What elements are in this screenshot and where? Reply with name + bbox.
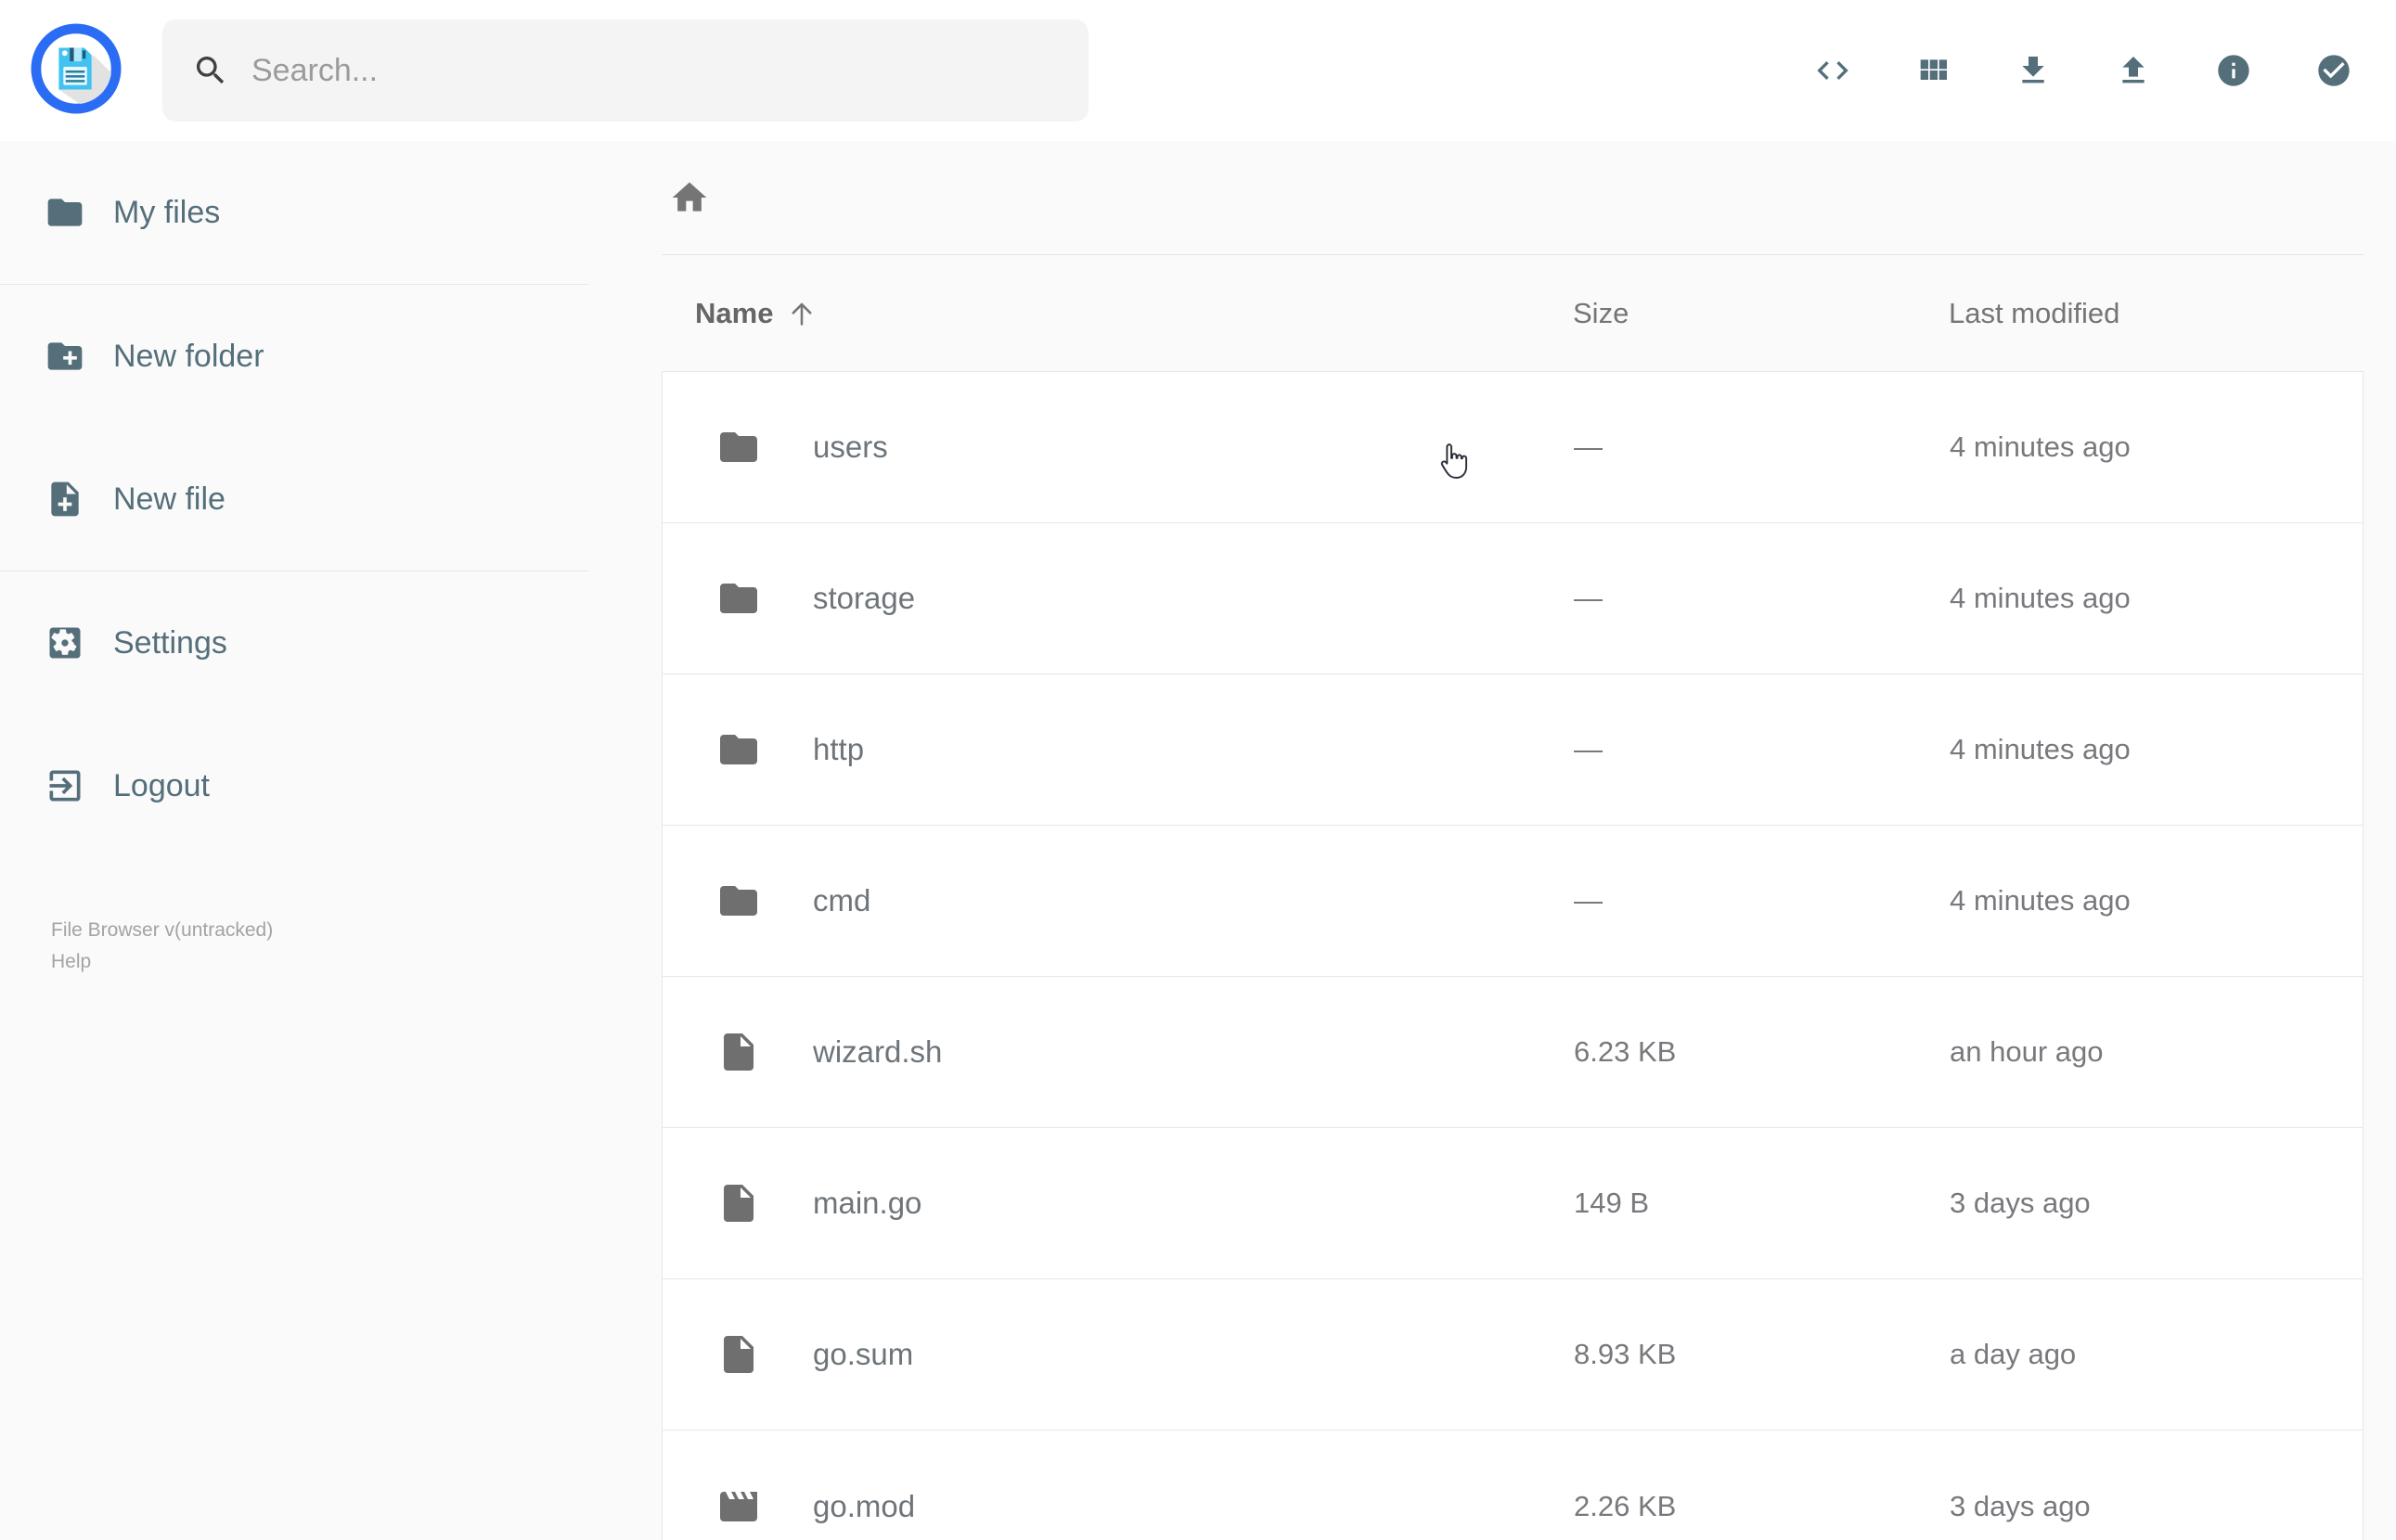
file-size: 8.93 KB	[1574, 1338, 1677, 1370]
sidebar-item-label: New file	[113, 481, 225, 517]
sidebar-item-label: My files	[113, 194, 221, 230]
folder-icon	[716, 727, 761, 772]
home-icon	[672, 182, 707, 212]
file-name: main.go	[813, 1186, 922, 1220]
search-input[interactable]	[251, 52, 1040, 89]
listing-header: Name Size Last modified	[662, 255, 2364, 371]
sidebar-item-my-files[interactable]: My files	[0, 141, 588, 284]
file-size: —	[1574, 884, 1603, 917]
file-modified: 4 minutes ago	[1950, 733, 2131, 765]
file-modified: 3 days ago	[1950, 1489, 2091, 1522]
table-row[interactable]: go.mod 2.26 KB 3 days ago	[663, 1431, 2363, 1540]
file-modified: 4 minutes ago	[1950, 884, 2131, 917]
file-size: 149 B	[1574, 1187, 1650, 1219]
column-header-name[interactable]: Name	[662, 297, 1573, 330]
logout-icon	[49, 770, 81, 802]
settings-icon	[49, 627, 81, 659]
breadcrumb	[662, 141, 2364, 255]
breadcrumb-home-button[interactable]	[669, 177, 710, 218]
download-button[interactable]	[2015, 52, 2052, 89]
grid-view-button[interactable]	[1914, 52, 1952, 89]
file-modified: 4 minutes ago	[1950, 430, 2131, 463]
file-name: go.mod	[813, 1488, 916, 1523]
grid-icon	[1920, 59, 1947, 80]
file-name: wizard.sh	[813, 1034, 943, 1069]
download-icon	[2022, 57, 2044, 83]
table-row[interactable]: wizard.sh 6.23 KB an hour ago	[663, 977, 2363, 1128]
sidebar-item-settings[interactable]: Settings	[0, 571, 588, 714]
file-modified: 4 minutes ago	[1950, 582, 2131, 614]
topbar	[0, 0, 2396, 141]
sidebar: My files New folder New file Settings Lo…	[0, 141, 588, 857]
info-icon	[2218, 55, 2249, 86]
sidebar-footer: File Browser v(untracked) Help	[51, 915, 273, 978]
sidebar-item-logout[interactable]: Logout	[0, 714, 588, 857]
sidebar-item-label: New folder	[113, 338, 264, 374]
main-content: Name Size Last modified users — 4 minute…	[662, 141, 2396, 1540]
check-circle-icon	[2318, 55, 2350, 86]
file-size: —	[1574, 430, 1603, 463]
info-button[interactable]	[2215, 52, 2252, 89]
sidebar-item-new-folder[interactable]: New folder	[0, 285, 588, 428]
file-modified: 3 days ago	[1950, 1187, 2091, 1219]
file-name: http	[813, 732, 865, 766]
folder-icon	[45, 192, 85, 233]
upload-icon	[2122, 57, 2145, 83]
code-view-button[interactable]	[1814, 52, 1851, 89]
app-version: File Browser v(untracked)	[51, 919, 274, 941]
table-row[interactable]: cmd — 4 minutes ago	[663, 826, 2363, 977]
folder-icon	[716, 576, 761, 621]
file-name: cmd	[813, 883, 871, 918]
table-row[interactable]: main.go 149 B 3 days ago	[663, 1128, 2363, 1279]
file-icon	[716, 1030, 761, 1074]
file-icon	[716, 1332, 761, 1377]
select-multiple-button[interactable]	[2315, 52, 2352, 89]
upload-button[interactable]	[2115, 52, 2152, 89]
sidebar-item-label: Settings	[113, 624, 227, 661]
file-size: 6.23 KB	[1574, 1035, 1677, 1068]
file-size: —	[1574, 582, 1603, 614]
file-browser-logo[interactable]	[31, 23, 122, 114]
file-size: 2.26 KB	[1574, 1489, 1677, 1522]
file-list: users — 4 minutes ago storage — 4 minute…	[662, 371, 2364, 1540]
help-link[interactable]: Help	[51, 946, 273, 978]
floppy-disk-icon	[31, 23, 122, 114]
file-modified: a day ago	[1950, 1338, 2077, 1370]
file-name: go.sum	[813, 1337, 914, 1371]
table-row[interactable]: go.sum 8.93 KB a day ago	[663, 1279, 2363, 1431]
table-row[interactable]: users — 4 minutes ago	[663, 372, 2363, 523]
table-row[interactable]: http — 4 minutes ago	[663, 674, 2363, 826]
file-icon	[716, 1181, 761, 1226]
file-modified: an hour ago	[1950, 1035, 2104, 1068]
table-row[interactable]: storage — 4 minutes ago	[663, 523, 2363, 674]
create-new-folder-icon	[47, 342, 83, 370]
file-size: —	[1574, 733, 1603, 765]
column-header-modified[interactable]: Last modified	[1949, 297, 2364, 330]
sidebar-item-new-file[interactable]: New file	[0, 428, 588, 571]
file-name: storage	[813, 581, 916, 615]
movie-icon	[716, 1484, 761, 1529]
note-add-icon	[51, 481, 79, 517]
search-icon	[197, 57, 225, 84]
topbar-actions	[1814, 0, 2352, 141]
code-icon	[1817, 61, 1849, 80]
file-name: users	[813, 430, 888, 464]
folder-icon	[716, 425, 761, 469]
search-bar[interactable]	[162, 19, 1089, 122]
column-header-size[interactable]: Size	[1573, 297, 1949, 330]
folder-icon	[716, 879, 761, 923]
sidebar-item-label: Logout	[113, 767, 210, 803]
sort-ascending-icon	[792, 302, 812, 326]
column-label: Name	[695, 296, 774, 329]
